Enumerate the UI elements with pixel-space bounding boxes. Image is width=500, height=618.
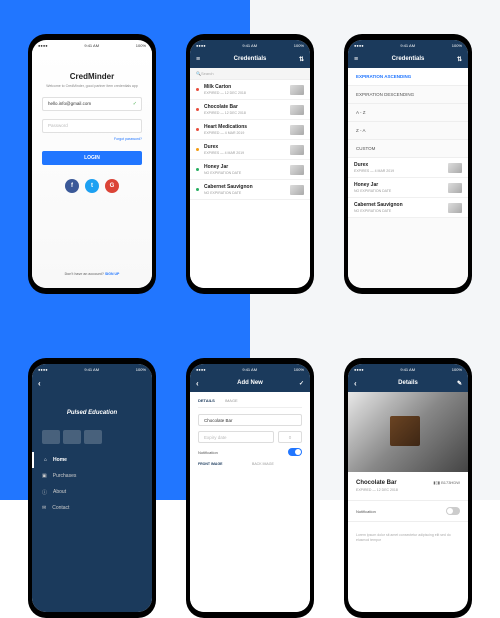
tagline: Welcome to CredMinder, good partner item… [46,84,138,89]
sort-icon[interactable]: ⇅ [457,56,462,63]
back-icon[interactable]: ‹ [196,379,199,388]
name-field[interactable]: Chocolate Bar [198,414,302,426]
form-tabs: DETAILS IMAGE [198,398,302,408]
status-bar: ●●●●9:41 AM100% [190,364,310,374]
check-icon: ✓ [133,101,137,107]
product-image [348,392,468,472]
drawer: Pulsed Education ⌂Home ▣Purchases ⓘAbout… [32,392,152,612]
toggle-switch[interactable] [446,507,460,515]
credentials-list: Milk CartonEXPIRED — 12 DEC 2018 Chocola… [190,80,310,288]
app-logo: CredMinder [70,72,114,81]
filter-option[interactable]: CUSTOM [348,140,468,158]
search-input[interactable]: 🔍 Search [190,68,310,80]
email-field[interactable]: hello.info@gmail.com✓ [42,97,142,111]
form: DETAILS IMAGE Chocolate Bar Expiry date … [190,392,310,612]
thumb [290,85,304,95]
list-item[interactable]: Cabernet SauvignonNO EXPIRATION DATE [190,180,310,200]
info-icon: ⓘ [42,489,47,496]
list-item[interactable]: Chocolate BarEXPIRED — 12 DEC 2018 [190,100,310,120]
header: ‹ Details ✎ [348,374,468,392]
list-item[interactable]: DurexEXPIRES — 4 MAR 2019 [190,140,310,160]
back-icon[interactable]: ‹ [354,379,357,388]
status-bar: ●●●●9:41 AM100% [32,40,152,50]
status-bar: ●●●●9:41 AM100% [32,364,152,374]
password-field[interactable]: Password [42,119,142,133]
qty-field[interactable]: 0 [278,431,302,443]
list-item[interactable]: Honey JarNO EXPIRATION DATE [190,160,310,180]
filter-sheet: EXPIRATION ASCENDING EXPIRATION DESCENDI… [348,68,468,288]
menu-icon[interactable]: ≡ [196,56,200,63]
forgot-password-link[interactable]: Forgot password? [114,137,142,141]
phone-login: ●●●●9:41 AM100% CredMinder Welcome to Cr… [28,34,156,294]
drawer-item-about[interactable]: ⓘAbout [32,484,152,500]
home-icon: ⌂ [44,457,47,463]
expiry-field[interactable]: Expiry date [198,431,274,443]
back-image-label: BACK IMAGE [252,462,302,466]
header: ≡ Credentials ⇅ [190,50,310,68]
toggle-switch[interactable] [288,448,302,456]
filter-option[interactable]: Z - A [348,122,468,140]
status-bar: ●●●●9:41 AM100% [348,364,468,374]
phone-drawer: ●●●●9:41 AM100% ‹ Pulsed Education ⌂Home… [28,358,156,618]
header: ‹ [32,374,152,392]
phone-addnew: ●●●●9:41 AM100% ‹ Add New ✓ DETAILS IMAG… [186,358,314,618]
twitter-button[interactable]: t [85,179,99,193]
list-item[interactable]: Heart MedicationsEXPIRED — 4 MAR 2019 [190,120,310,140]
filter-option[interactable]: A - Z [348,104,468,122]
sort-icon[interactable]: ⇅ [299,56,304,63]
tab-image[interactable]: IMAGE [225,398,238,403]
facebook-button[interactable]: f [65,179,79,193]
save-icon[interactable]: ✓ [299,380,304,387]
social-row: f t G [65,179,119,193]
notification-toggle-row: Notification [348,501,468,522]
menu-icon[interactable]: ≡ [354,56,358,63]
list-item[interactable]: Cabernet SauvignonNO EXPIRATION DATE [348,198,468,218]
bag-icon: ▣ [42,473,47,479]
barcode: ▮▯▮ B173HDW [433,480,460,485]
notification-toggle-row: Notification [198,448,302,456]
list-item[interactable]: Milk CartonEXPIRED — 12 DEC 2018 [190,80,310,100]
list-item[interactable]: DurexEXPIRES — 4 MAR 2019 [348,158,468,178]
edit-icon[interactable]: ✎ [457,380,462,387]
description: Lorem ipsum dolor sit amet consectetur a… [348,527,468,550]
tab-details[interactable]: DETAILS [198,398,215,403]
mail-icon: ✉ [42,505,46,511]
signup-prompt: Don't have an account? SIGN UP [65,272,120,276]
phone-details: ●●●●9:41 AM100% ‹ Details ✎ Chocolate Ba… [344,358,472,618]
filter-option[interactable]: EXPIRATION ASCENDING [348,68,468,86]
detail-title-block: Chocolate Bar EXPIRED — 12 DEC 2018 ▮▯▮ … [348,472,468,501]
status-bar: ●●●●9:41 AM100% [348,40,468,50]
drawer-item-home[interactable]: ⌂Home [32,452,152,468]
phone-credentials: ●●●●9:41 AM100% ≡ Credentials ⇅ 🔍 Search… [186,34,314,294]
header: ≡ Credentials ⇅ [348,50,468,68]
status-bar: ●●●●9:41 AM100% [190,40,310,50]
header: ‹ Add New ✓ [190,374,310,392]
list-item[interactable]: Honey JarNO EXPIRATION DATE [348,178,468,198]
login-button[interactable]: LOGIN [42,151,142,165]
front-image-label: FRONT IMAGE [198,462,248,466]
drawer-item-purchases[interactable]: ▣Purchases [32,468,152,484]
phone-filter: ●●●●9:41 AM100% ≡ Credentials ⇅ EXPIRATI… [344,34,472,294]
brand-logo: Pulsed Education [32,410,152,416]
back-icon[interactable]: ‹ [38,379,41,388]
signup-link[interactable]: SIGN UP [105,272,119,276]
filter-option[interactable]: EXPIRATION DESCENDING [348,86,468,104]
drawer-item-contact[interactable]: ✉Contact [32,500,152,516]
google-button[interactable]: G [105,179,119,193]
